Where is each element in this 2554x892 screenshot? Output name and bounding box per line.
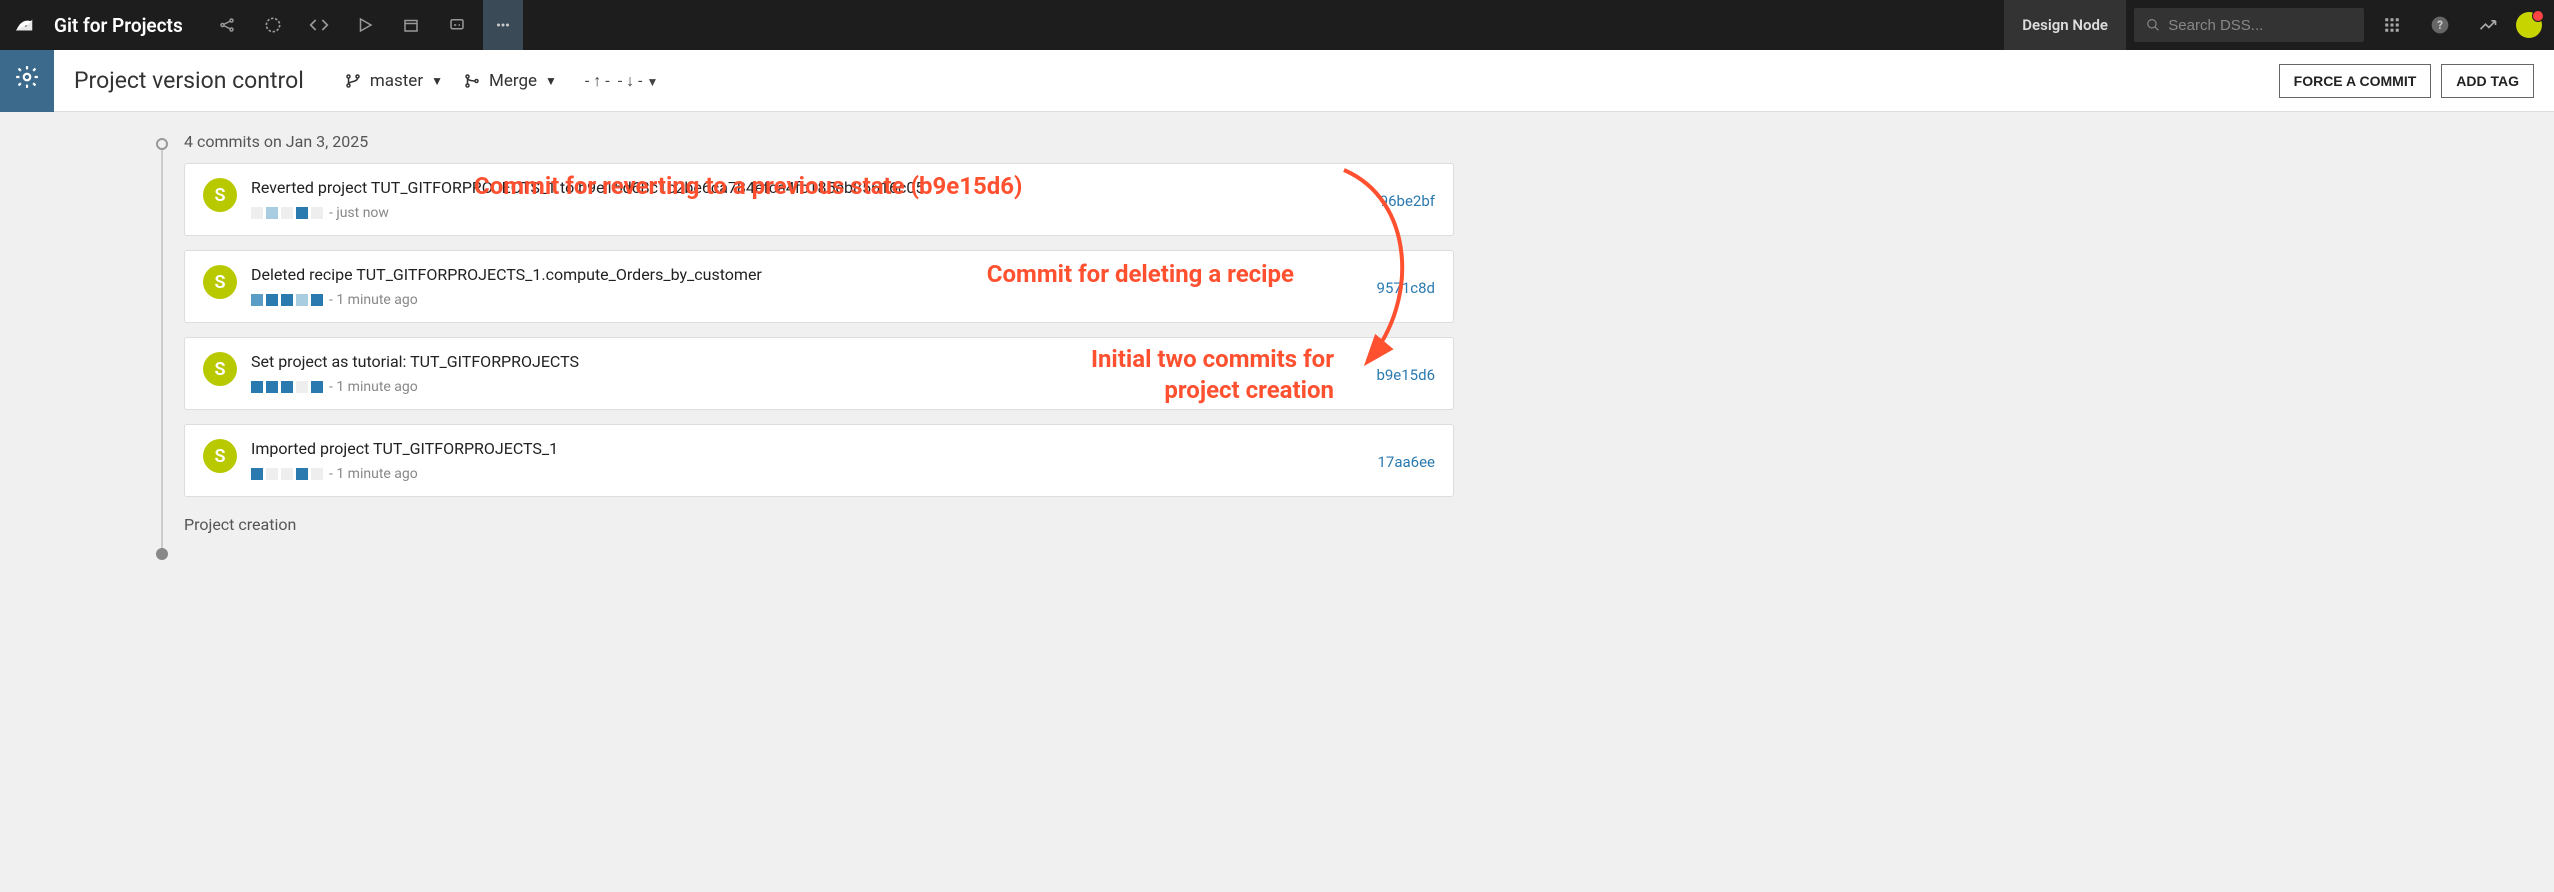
diff-square [266,468,278,480]
diff-square [296,294,308,306]
commit-message: Set project as tutorial: TUT_GITFORPROJE… [251,352,1376,371]
commit-time: - 1 minute ago [329,379,418,395]
diff-square [296,207,308,219]
commit-avatar: S [203,352,237,386]
commit-hash[interactable]: 96be2bf [1380,192,1435,210]
dashboard-icon[interactable] [391,0,431,50]
timeline-dot-end [156,548,168,560]
commit-card[interactable]: S Set project as tutorial: TUT_GITFORPRO… [184,337,1454,410]
timeline: 4 commits on Jan 3, 2025 S Reverted proj… [54,112,1514,564]
activity-icon[interactable] [2468,0,2508,50]
diff-square [311,381,323,393]
branch-selector[interactable]: master ▼ [344,71,443,91]
commit-meta: - 1 minute ago [251,466,1377,482]
commit-time: - 1 minute ago [329,466,418,482]
commit-body: Imported project TUT_GITFORPROJECTS_1 - … [251,439,1377,482]
diff-square [251,294,263,306]
search-input[interactable] [2168,17,2352,34]
diff-square [281,468,293,480]
commit-meta: - 1 minute ago [251,379,1376,395]
commit-avatar: S [203,265,237,299]
commit-time: - just now [329,205,389,221]
diff-square [281,381,293,393]
top-navbar: Git for Projects Design Node ? [0,0,2554,50]
diff-square [251,468,263,480]
flow-icon[interactable] [253,0,293,50]
chevron-down-icon: ▼ [431,74,443,88]
diff-square [251,207,263,219]
diff-square [281,294,293,306]
timeline-dot-start [156,138,168,150]
commit-card[interactable]: S Reverted project TUT_GITFORPROJECTS_1 … [184,163,1454,236]
gear-icon [14,64,40,90]
commit-body: Reverted project TUT_GITFORPROJECTS_1 to… [251,178,1380,221]
diff-square [266,294,278,306]
chevron-down-icon: ▼ [545,74,557,88]
diff-square [311,294,323,306]
commit-message: Deleted recipe TUT_GITFORPROJECTS_1.comp… [251,265,1377,284]
user-avatar[interactable] [2516,12,2542,38]
project-creation-label: Project creation [184,515,1454,534]
commit-time: - 1 minute ago [329,292,418,308]
diff-square [311,468,323,480]
merge-label: Merge [489,71,537,91]
commit-avatar: S [203,439,237,473]
topnav-left: Git for Projects [12,0,523,50]
pull-control[interactable]: - ↓ - ▼ [618,71,659,91]
commit-message: Imported project TUT_GITFORPROJECTS_1 [251,439,1377,458]
diff-square [266,381,278,393]
diff-bar [251,294,323,306]
topnav-right: Design Node ? [2004,0,2542,50]
commit-hash[interactable]: b9e15d6 [1376,366,1435,384]
timeline-line [161,144,163,554]
commit-meta: - 1 minute ago [251,292,1377,308]
search-box[interactable] [2134,8,2364,42]
merge-selector[interactable]: Merge ▼ [463,71,557,91]
commit-card[interactable]: S Deleted recipe TUT_GITFORPROJECTS_1.co… [184,250,1454,323]
branch-icon [344,72,362,90]
force-commit-button[interactable]: FORCE A COMMIT [2279,64,2432,98]
project-title[interactable]: Git for Projects [54,14,183,37]
diff-bar [251,468,323,480]
diff-bar [251,381,323,393]
play-icon[interactable] [345,0,385,50]
code-icon[interactable] [299,0,339,50]
settings-sidebar[interactable] [0,50,54,112]
content-area: 4 commits on Jan 3, 2025 S Reverted proj… [0,112,2554,564]
diff-square [296,381,308,393]
subheader: Project version control master ▼ Merge ▼… [54,50,2554,112]
diff-square [296,468,308,480]
commit-card[interactable]: S Imported project TUT_GITFORPROJECTS_1 … [184,424,1454,497]
more-icon[interactable] [483,0,523,50]
share-icon[interactable] [207,0,247,50]
commit-body: Deleted recipe TUT_GITFORPROJECTS_1.comp… [251,265,1377,308]
commit-hash[interactable]: 17aa6ee [1377,453,1435,471]
app-icon[interactable] [437,0,477,50]
diff-square [266,207,278,219]
apps-grid-icon[interactable] [2372,0,2412,50]
diff-bar [251,207,323,219]
push-control[interactable]: - ↑ - [585,71,610,91]
commit-avatar: S [203,178,237,212]
diff-square [251,381,263,393]
commit-message: Reverted project TUT_GITFORPROJECTS_1 to… [251,178,1380,197]
design-node-label[interactable]: Design Node [2004,0,2126,50]
diff-square [311,207,323,219]
add-tag-button[interactable]: ADD TAG [2441,64,2534,98]
svg-text:?: ? [2437,18,2443,32]
diff-square [281,207,293,219]
branch-name: master [370,71,423,91]
commits-date-header: 4 commits on Jan 3, 2025 [184,132,1454,151]
merge-icon [463,72,481,90]
commit-hash[interactable]: 9571c8d [1377,279,1435,297]
logo-icon[interactable] [12,13,36,37]
commit-body: Set project as tutorial: TUT_GITFORPROJE… [251,352,1376,395]
subheader-row: Project version control master ▼ Merge ▼… [0,50,2554,112]
commit-meta: - just now [251,205,1380,221]
subheader-actions: FORCE A COMMIT ADD TAG [2279,64,2534,98]
search-icon [2146,17,2160,33]
page-title: Project version control [74,67,304,94]
help-icon[interactable]: ? [2420,0,2460,50]
